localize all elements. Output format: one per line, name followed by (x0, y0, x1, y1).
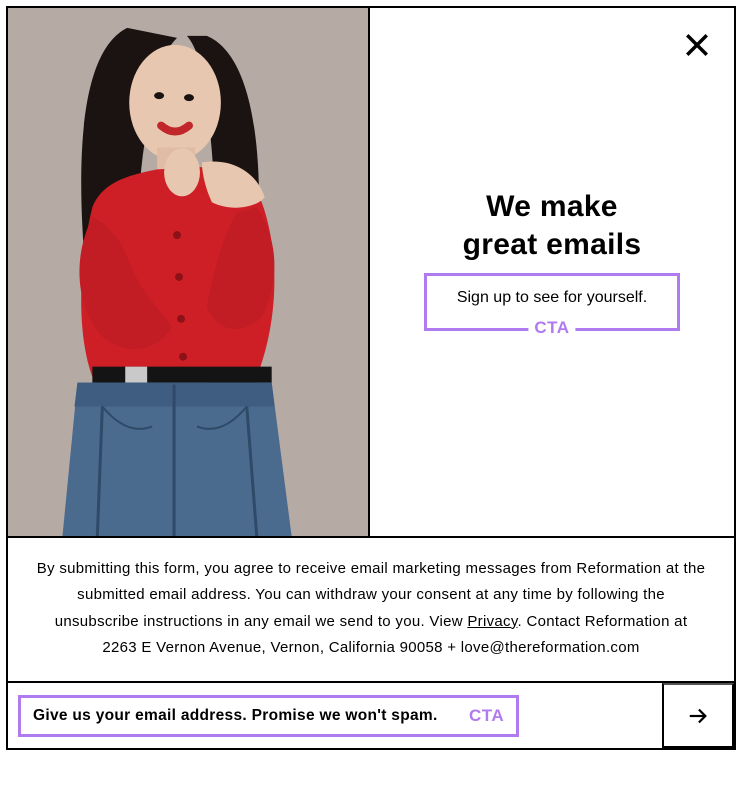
submit-button[interactable] (662, 683, 734, 748)
email-input-cell: CTA (8, 683, 662, 748)
subheadline: Sign up to see for yourself. (457, 289, 647, 306)
email-cta-highlight-box: CTA (18, 695, 519, 737)
modal-top-row: We make great emails Sign up to see for … (8, 8, 734, 538)
legal-text: By submitting this form, you agree to re… (8, 538, 734, 683)
privacy-link[interactable]: Privacy (467, 613, 517, 630)
headline-line1: We make (463, 188, 642, 226)
email-input[interactable] (33, 707, 463, 725)
hero-text-panel: We make great emails Sign up to see for … (370, 8, 734, 536)
close-button[interactable] (682, 30, 712, 60)
headline: We make great emails (463, 188, 642, 263)
hero-image (8, 8, 370, 536)
cta-annotation-label: CTA (528, 315, 575, 341)
arrow-right-icon (687, 705, 709, 727)
close-icon (684, 32, 710, 58)
cta-highlight-box: Sign up to see for yourself. CTA (424, 273, 680, 331)
headline-line2: great emails (463, 226, 642, 264)
cta-annotation-label-inline: CTA (469, 706, 504, 726)
newsletter-modal: We make great emails Sign up to see for … (6, 6, 736, 750)
email-form-row: CTA (8, 683, 734, 748)
